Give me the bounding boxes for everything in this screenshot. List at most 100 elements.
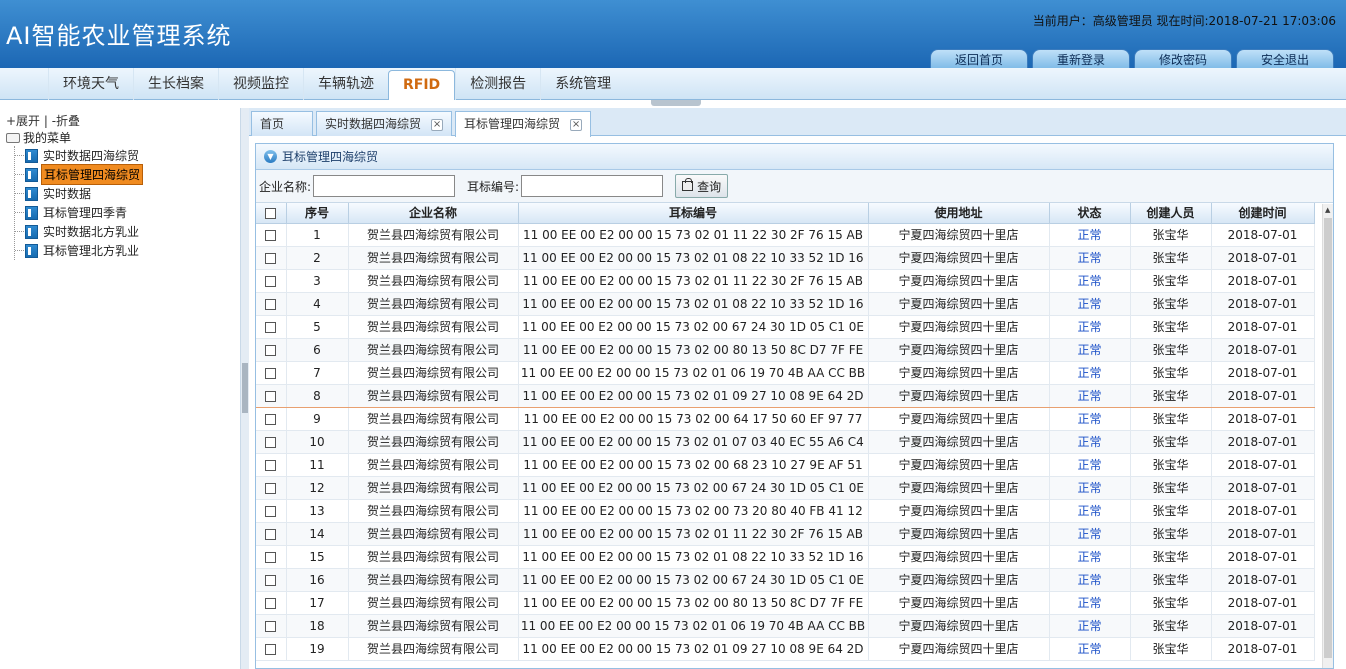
change-password-button[interactable]: 修改密码 — [1134, 49, 1232, 70]
nav-item-growth[interactable]: 生长档案 — [133, 68, 218, 100]
row-checkbox[interactable] — [265, 528, 277, 540]
row-select-cell — [256, 430, 287, 454]
cell-creator: 张宝华 — [1130, 568, 1212, 592]
tab-home[interactable]: 首页 — [251, 111, 314, 136]
table-row[interactable]: 1 贺兰县四海综贸有限公司 11 00 EE 00 E2 00 00 15 73 0… — [256, 223, 1315, 247]
row-checkbox[interactable] — [265, 390, 277, 402]
cell-eartag: 11 00 EE 00 E2 00 00 15 73 02 01 11 22 3… — [518, 522, 869, 546]
row-select-cell — [256, 315, 287, 339]
cell-address: 宁夏四海综贸四十里店 — [868, 315, 1050, 339]
table-row[interactable]: 5 贺兰县四海综贸有限公司 11 00 EE 00 E2 00 00 15 73 0… — [256, 315, 1315, 339]
table-row[interactable]: 11 贺兰县四海综贸有限公司 11 00 EE 00 E2 00 00 15 73 … — [256, 453, 1315, 477]
row-checkbox[interactable] — [265, 298, 277, 310]
col-eartag[interactable]: 耳标编号 — [518, 203, 869, 224]
col-address[interactable]: 使用地址 — [868, 203, 1050, 224]
nav-item-rfid[interactable]: RFID — [388, 70, 456, 100]
tree-expand-collapse[interactable]: +展开 | -折叠 — [6, 112, 80, 129]
close-icon[interactable]: × — [431, 118, 444, 131]
nav-collapse-handle[interactable] — [651, 100, 701, 106]
cell-index: 6 — [286, 338, 349, 362]
table-row[interactable]: 3 贺兰县四海综贸有限公司 11 00 EE 00 E2 00 00 15 73 0… — [256, 269, 1315, 293]
row-checkbox[interactable] — [265, 505, 277, 517]
home-button[interactable]: 返回首页 — [930, 49, 1028, 70]
row-checkbox[interactable] — [265, 229, 277, 241]
cell-status: 正常 — [1049, 292, 1131, 316]
tree-item-eartag-beifang[interactable]: 耳标管理北方乳业 — [15, 241, 143, 260]
sidebar-splitter[interactable] — [241, 108, 249, 669]
eartag-input[interactable] — [521, 175, 664, 197]
scrollbar-thumb[interactable] — [1324, 218, 1332, 658]
row-checkbox[interactable] — [265, 436, 277, 448]
tree-item-realtime[interactable]: 实时数据 — [15, 184, 143, 203]
collapse-arrow-icon[interactable]: ▼ — [264, 150, 277, 163]
nav-item-system[interactable]: 系统管理 — [540, 68, 625, 100]
row-checkbox[interactable] — [265, 574, 277, 586]
logout-button[interactable]: 安全退出 — [1236, 49, 1334, 70]
cell-status: 正常 — [1049, 568, 1131, 592]
tree-item-realtime-sihai[interactable]: 实时数据四海综贸 — [15, 146, 143, 165]
cell-address: 宁夏四海综贸四十里店 — [868, 476, 1050, 500]
nav-item-video[interactable]: 视频监控 — [218, 68, 303, 100]
nav-item-report[interactable]: 检测报告 — [455, 68, 540, 100]
col-company[interactable]: 企业名称 — [348, 203, 519, 224]
cell-created-time: 2018-07-01 — [1211, 499, 1315, 523]
col-index[interactable]: 序号 — [286, 203, 349, 224]
row-checkbox[interactable] — [265, 275, 277, 287]
cell-company: 贺兰县四海综贸有限公司 — [348, 315, 519, 339]
scroll-up-icon[interactable]: ▲ — [1325, 206, 1330, 214]
splitter-handle[interactable] — [242, 363, 248, 413]
table-row[interactable]: 2 贺兰县四海综贸有限公司 11 00 EE 00 E2 00 00 15 73 0… — [256, 246, 1315, 270]
vertical-scrollbar[interactable]: ▲ — [1322, 204, 1333, 668]
table-row[interactable]: 6 贺兰县四海综贸有限公司 11 00 EE 00 E2 00 00 15 73 0… — [256, 338, 1315, 362]
row-checkbox[interactable] — [265, 413, 277, 425]
row-checkbox[interactable] — [265, 551, 277, 563]
table-row[interactable]: 13 贺兰县四海综贸有限公司 11 00 EE 00 E2 00 00 15 73 … — [256, 499, 1315, 523]
main-panel: ▼ 耳标管理四海综贸 企业名称: 耳标编号: 查询 序号 企业名称 耳标编号 使… — [255, 143, 1334, 669]
nav-item-weather[interactable]: 环境天气 — [48, 68, 133, 100]
table-row[interactable]: 8 贺兰县四海综贸有限公司 11 00 EE 00 E2 00 00 15 73 0… — [256, 384, 1315, 408]
select-all-checkbox[interactable] — [265, 207, 277, 219]
row-checkbox[interactable] — [265, 482, 277, 494]
row-checkbox[interactable] — [265, 643, 277, 655]
table-row[interactable]: 9 贺兰县四海综贸有限公司 11 00 EE 00 E2 00 00 15 73 0… — [256, 407, 1315, 431]
tab-realtime-sihai[interactable]: 实时数据四海综贸 × — [316, 111, 453, 136]
row-checkbox[interactable] — [265, 620, 277, 632]
cell-created-time: 2018-07-01 — [1211, 384, 1315, 408]
close-icon[interactable]: × — [570, 118, 583, 131]
tree-item-eartag-sijiqing[interactable]: 耳标管理四季青 — [15, 203, 143, 222]
row-checkbox[interactable] — [265, 252, 277, 264]
row-checkbox[interactable] — [265, 344, 277, 356]
tree-root[interactable]: 我的菜单 — [6, 129, 71, 146]
table-row[interactable]: 10 贺兰县四海综贸有限公司 11 00 EE 00 E2 00 00 15 73 … — [256, 430, 1315, 454]
cell-eartag: 11 00 EE 00 E2 00 00 15 73 02 00 68 23 1… — [518, 453, 869, 477]
tab-eartag-sihai[interactable]: 耳标管理四海综贸 × — [455, 111, 592, 137]
col-created-time[interactable]: 创建时间 — [1211, 203, 1315, 224]
col-creator[interactable]: 创建人员 — [1130, 203, 1212, 224]
tree-item-realtime-beifang[interactable]: 实时数据北方乳业 — [15, 222, 143, 241]
cell-status: 正常 — [1049, 591, 1131, 615]
table-row[interactable]: 19 贺兰县四海综贸有限公司 11 00 EE 00 E2 00 00 15 73 … — [256, 637, 1315, 661]
search-button[interactable]: 查询 — [675, 174, 729, 198]
col-status[interactable]: 状态 — [1049, 203, 1131, 224]
cell-created-time: 2018-07-01 — [1211, 545, 1315, 569]
row-checkbox[interactable] — [265, 367, 277, 379]
table-row[interactable]: 14 贺兰县四海综贸有限公司 11 00 EE 00 E2 00 00 15 73 … — [256, 522, 1315, 546]
row-checkbox[interactable] — [265, 459, 277, 471]
document-icon — [25, 243, 38, 258]
table-row[interactable]: 15 贺兰县四海综贸有限公司 11 00 EE 00 E2 00 00 15 73 … — [256, 545, 1315, 569]
table-row[interactable]: 12 贺兰县四海综贸有限公司 11 00 EE 00 E2 00 00 15 73 … — [256, 476, 1315, 500]
table-row[interactable]: 7 贺兰县四海综贸有限公司 11 00 EE 00 E2 00 00 15 73 0… — [256, 361, 1315, 385]
cell-company: 贺兰县四海综贸有限公司 — [348, 637, 519, 661]
row-checkbox[interactable] — [265, 597, 277, 609]
tree-item-eartag-sihai[interactable]: 耳标管理四海综贸 — [15, 164, 144, 185]
row-checkbox[interactable] — [265, 321, 277, 333]
cell-eartag: 11 00 EE 00 E2 00 00 15 73 02 00 67 24 3… — [518, 568, 869, 592]
table-row[interactable]: 16 贺兰县四海综贸有限公司 11 00 EE 00 E2 00 00 15 73 … — [256, 568, 1315, 592]
table-row[interactable]: 4 贺兰县四海综贸有限公司 11 00 EE 00 E2 00 00 15 73 0… — [256, 292, 1315, 316]
company-input[interactable] — [313, 175, 456, 197]
table-row[interactable]: 18 贺兰县四海综贸有限公司 11 00 EE 00 E2 00 00 15 73 … — [256, 614, 1315, 638]
nav-item-vehicle[interactable]: 车辆轨迹 — [303, 68, 388, 100]
cell-index: 5 — [286, 315, 349, 339]
relogin-button[interactable]: 重新登录 — [1032, 49, 1130, 70]
table-row[interactable]: 17 贺兰县四海综贸有限公司 11 00 EE 00 E2 00 00 15 73 … — [256, 591, 1315, 615]
